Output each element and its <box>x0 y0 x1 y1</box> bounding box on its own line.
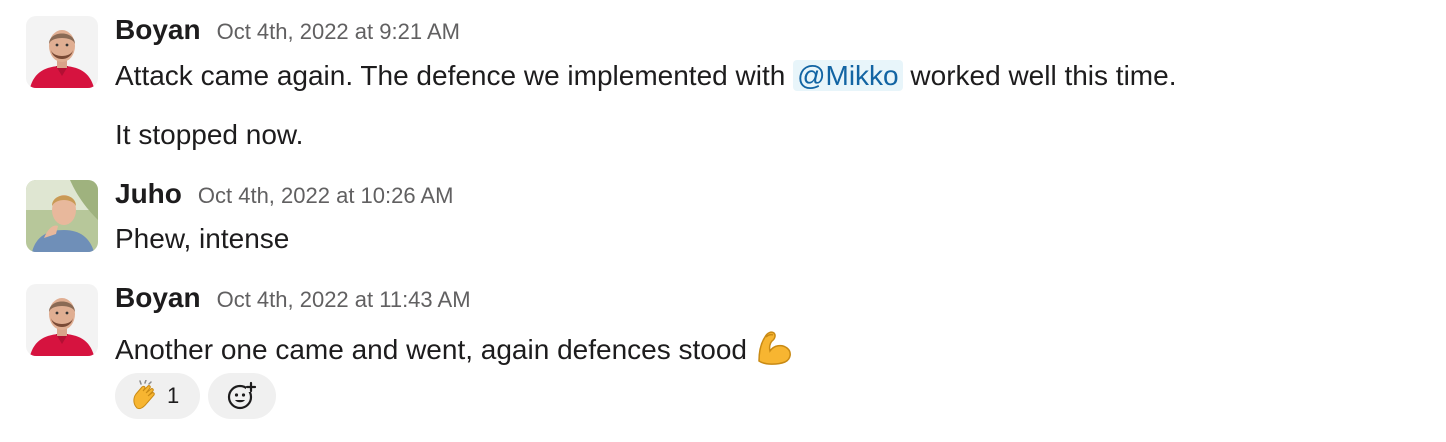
message-author[interactable]: Boyan <box>115 282 201 314</box>
message-timestamp[interactable]: Oct 4th, 2022 at 11:43 AM <box>217 287 471 313</box>
message-text-part: Another one came and went, again defence… <box>115 334 747 365</box>
message-text: Another one came and went, again defence… <box>115 325 795 368</box>
avatar-boyan-image <box>26 284 98 356</box>
add-reaction-button[interactable] <box>208 373 276 419</box>
add-reaction-icon <box>226 380 258 412</box>
clapping-hands-icon <box>129 379 161 412</box>
reaction-count: 1 <box>167 383 180 408</box>
flexed-biceps-icon <box>753 325 795 367</box>
avatar-boyan[interactable] <box>26 284 98 356</box>
message-3: Boyan Oct 4th, 2022 at 11:43 AM Another … <box>0 0 1446 442</box>
reaction-clapping[interactable]: 1 <box>115 373 200 419</box>
